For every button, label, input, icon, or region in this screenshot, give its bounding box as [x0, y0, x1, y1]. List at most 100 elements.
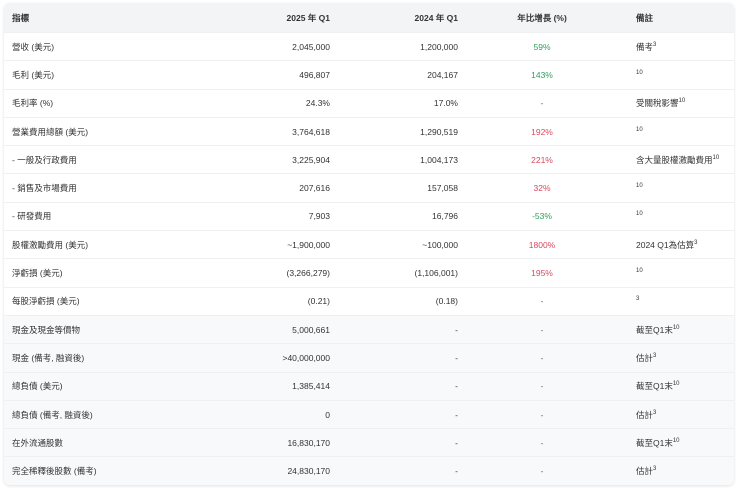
- yoy-cell: 59%: [466, 31, 618, 61]
- note-cell: 10: [618, 60, 734, 90]
- metric-cell: 在外流通股數: [4, 428, 210, 457]
- q1-2024-cell: -: [338, 314, 466, 344]
- footnote-ref[interactable]: 10: [636, 127, 643, 133]
- footnote-ref[interactable]: 10: [636, 183, 643, 189]
- note-text: 2024 Q1為估算: [636, 239, 695, 250]
- header-metric: 指標: [4, 3, 210, 33]
- yoy-cell: -: [466, 88, 618, 118]
- q1-2025-cell: (3,266,279): [210, 258, 338, 288]
- q1-2025-cell: 24,830,170: [210, 456, 338, 485]
- footnote-ref[interactable]: 10: [636, 70, 643, 76]
- q1-2024-cell: (1,106,001): [338, 258, 466, 288]
- note-cell: 估計3: [618, 456, 734, 485]
- metric-cell: 現金 (備考, 融資後): [4, 343, 210, 373]
- note-cell: 受關稅影響10: [618, 88, 734, 118]
- metric-cell: 完全稀釋後股數 (備考): [4, 456, 210, 485]
- q1-2025-cell: >40,000,000: [210, 343, 338, 373]
- table-row: 每股淨虧損 (美元) (0.21) (0.18) - 3: [4, 286, 734, 316]
- note-text: 估計: [636, 466, 654, 477]
- footnote-ref[interactable]: 10: [673, 438, 680, 444]
- note-text: 截至Q1末: [636, 381, 673, 392]
- table-row: 毛利 (美元) 496,807 204,167 143% 10: [4, 60, 734, 90]
- footnote-ref[interactable]: 10: [679, 98, 686, 104]
- yoy-cell: 221%: [466, 145, 618, 174]
- table-row: 完全稀釋後股數 (備考) 24,830,170- - 估計3: [4, 456, 734, 485]
- table-row: 在外流通股數 16,830,170- - 截至Q1末10: [4, 428, 734, 457]
- yoy-cell: -: [466, 343, 618, 373]
- note-text: 含大量股權激勵費用: [636, 154, 713, 165]
- note-cell: 10: [618, 116, 734, 146]
- note-cell: 含大量股權激勵費用10: [618, 145, 734, 174]
- q1-2024-cell: 1,200,000: [338, 31, 466, 61]
- footnote-ref[interactable]: 3: [636, 296, 639, 302]
- yoy-cell: -: [466, 314, 618, 344]
- note-text: 受關稅影響: [636, 98, 679, 109]
- table-row: - 研發費用 7,903 16,796 -53% 10: [4, 201, 734, 231]
- footnote-ref[interactable]: 10: [673, 381, 680, 387]
- note-text: 估計: [636, 352, 654, 363]
- metric-cell: 股權激勵費用 (美元): [4, 230, 210, 259]
- yoy-cell: 143%: [466, 60, 618, 90]
- q1-2024-cell: -: [338, 371, 466, 401]
- footnote-ref[interactable]: 10: [636, 211, 643, 217]
- yoy-cell: -53%: [466, 201, 618, 231]
- table-row: 營收 (美元) 2,045,000 1,200,000 59% 備考3: [4, 31, 734, 61]
- q1-2025-cell: ~1,900,000: [210, 230, 338, 259]
- footnote-ref[interactable]: 10: [636, 268, 643, 274]
- note-cell: 10: [618, 258, 734, 288]
- q1-2025-cell: 1,385,414: [210, 371, 338, 401]
- q1-2025-cell: 207,616: [210, 173, 338, 203]
- q1-2025-cell: 5,000,661: [210, 314, 338, 344]
- table-row: 毛利率 (%) 24.3% 17.0% - 受關稅影響10: [4, 88, 734, 118]
- metric-cell: - 銷售及市場費用: [4, 173, 210, 203]
- q1-2024-cell: -: [338, 428, 466, 457]
- yoy-cell: 195%: [466, 258, 618, 288]
- table-row: - 銷售及市場費用 207,616 157,058 32% 10: [4, 173, 734, 203]
- footnote-ref[interactable]: 3: [694, 240, 697, 246]
- yoy-cell: 32%: [466, 173, 618, 203]
- footnote-ref[interactable]: 3: [653, 410, 656, 416]
- q1-2025-cell: 3,764,618: [210, 116, 338, 146]
- footnote-ref[interactable]: 10: [673, 325, 680, 331]
- metric-cell: 每股淨虧損 (美元): [4, 286, 210, 316]
- q1-2025-cell: 3,225,904: [210, 145, 338, 174]
- financial-table: 指標 2025 年 Q1 2024 年 Q1 年比增長 (%) 備註 營收 (美…: [4, 3, 734, 485]
- q1-2025-cell: (0.21): [210, 286, 338, 316]
- note-cell: 截至Q1末10: [618, 428, 734, 457]
- note-text: 備考: [636, 41, 654, 52]
- q1-2025-cell: 24.3%: [210, 88, 338, 118]
- financial-table-card: 指標 2025 年 Q1 2024 年 Q1 年比增長 (%) 備註 營收 (美…: [4, 3, 734, 485]
- table-row: 股權激勵費用 (美元) ~1,900,000 ~100,000 1800% 2024 Q…: [4, 230, 734, 259]
- note-text: 截至Q1末: [636, 437, 673, 448]
- yoy-cell: -: [466, 456, 618, 485]
- table-row: 現金及現金等價物 5,000,661- - 截至Q1末10: [4, 314, 734, 344]
- table-row: 總負債 (備考, 融資後) 0- - 估計3: [4, 399, 734, 429]
- footnote-ref[interactable]: 3: [653, 466, 656, 472]
- note-cell: 10: [618, 173, 734, 203]
- q1-2024-cell: 17.0%: [338, 88, 466, 118]
- footnote-ref[interactable]: 10: [713, 155, 720, 161]
- header-2024-q1: 2024 年 Q1: [338, 3, 466, 33]
- q1-2024-cell: 157,058: [338, 173, 466, 203]
- footnote-ref[interactable]: 3: [653, 353, 656, 359]
- metric-cell: 總負債 (備考, 融資後): [4, 399, 210, 429]
- q1-2025-cell: 496,807: [210, 60, 338, 90]
- header-yoy: 年比增長 (%): [466, 3, 618, 33]
- footnote-ref[interactable]: 3: [653, 42, 656, 48]
- q1-2024-cell: 16,796: [338, 201, 466, 231]
- note-text: 估計: [636, 409, 654, 420]
- metric-cell: - 一般及行政費用: [4, 145, 210, 174]
- q1-2024-cell: 1,004,173: [338, 145, 466, 174]
- yoy-cell: -: [466, 286, 618, 316]
- table-header-row: 指標 2025 年 Q1 2024 年 Q1 年比增長 (%) 備註: [4, 3, 734, 33]
- yoy-cell: 192%: [466, 116, 618, 146]
- note-cell: 估計3: [618, 343, 734, 373]
- note-cell: 2024 Q1為估算3: [618, 230, 734, 259]
- note-cell: 截至Q1末10: [618, 314, 734, 344]
- q1-2024-cell: (0.18): [338, 286, 466, 316]
- table-row: - 一般及行政費用 3,225,904 1,004,173 221% 含大量股權激勵費用…: [4, 145, 734, 174]
- table-row: 現金 (備考, 融資後) >40,000,000- - 估計3: [4, 343, 734, 373]
- table-row: 營業費用總額 (美元) 3,764,618 1,290,519 192% 10: [4, 116, 734, 146]
- note-cell: 備考3: [618, 31, 734, 61]
- note-text: 截至Q1末: [636, 324, 673, 335]
